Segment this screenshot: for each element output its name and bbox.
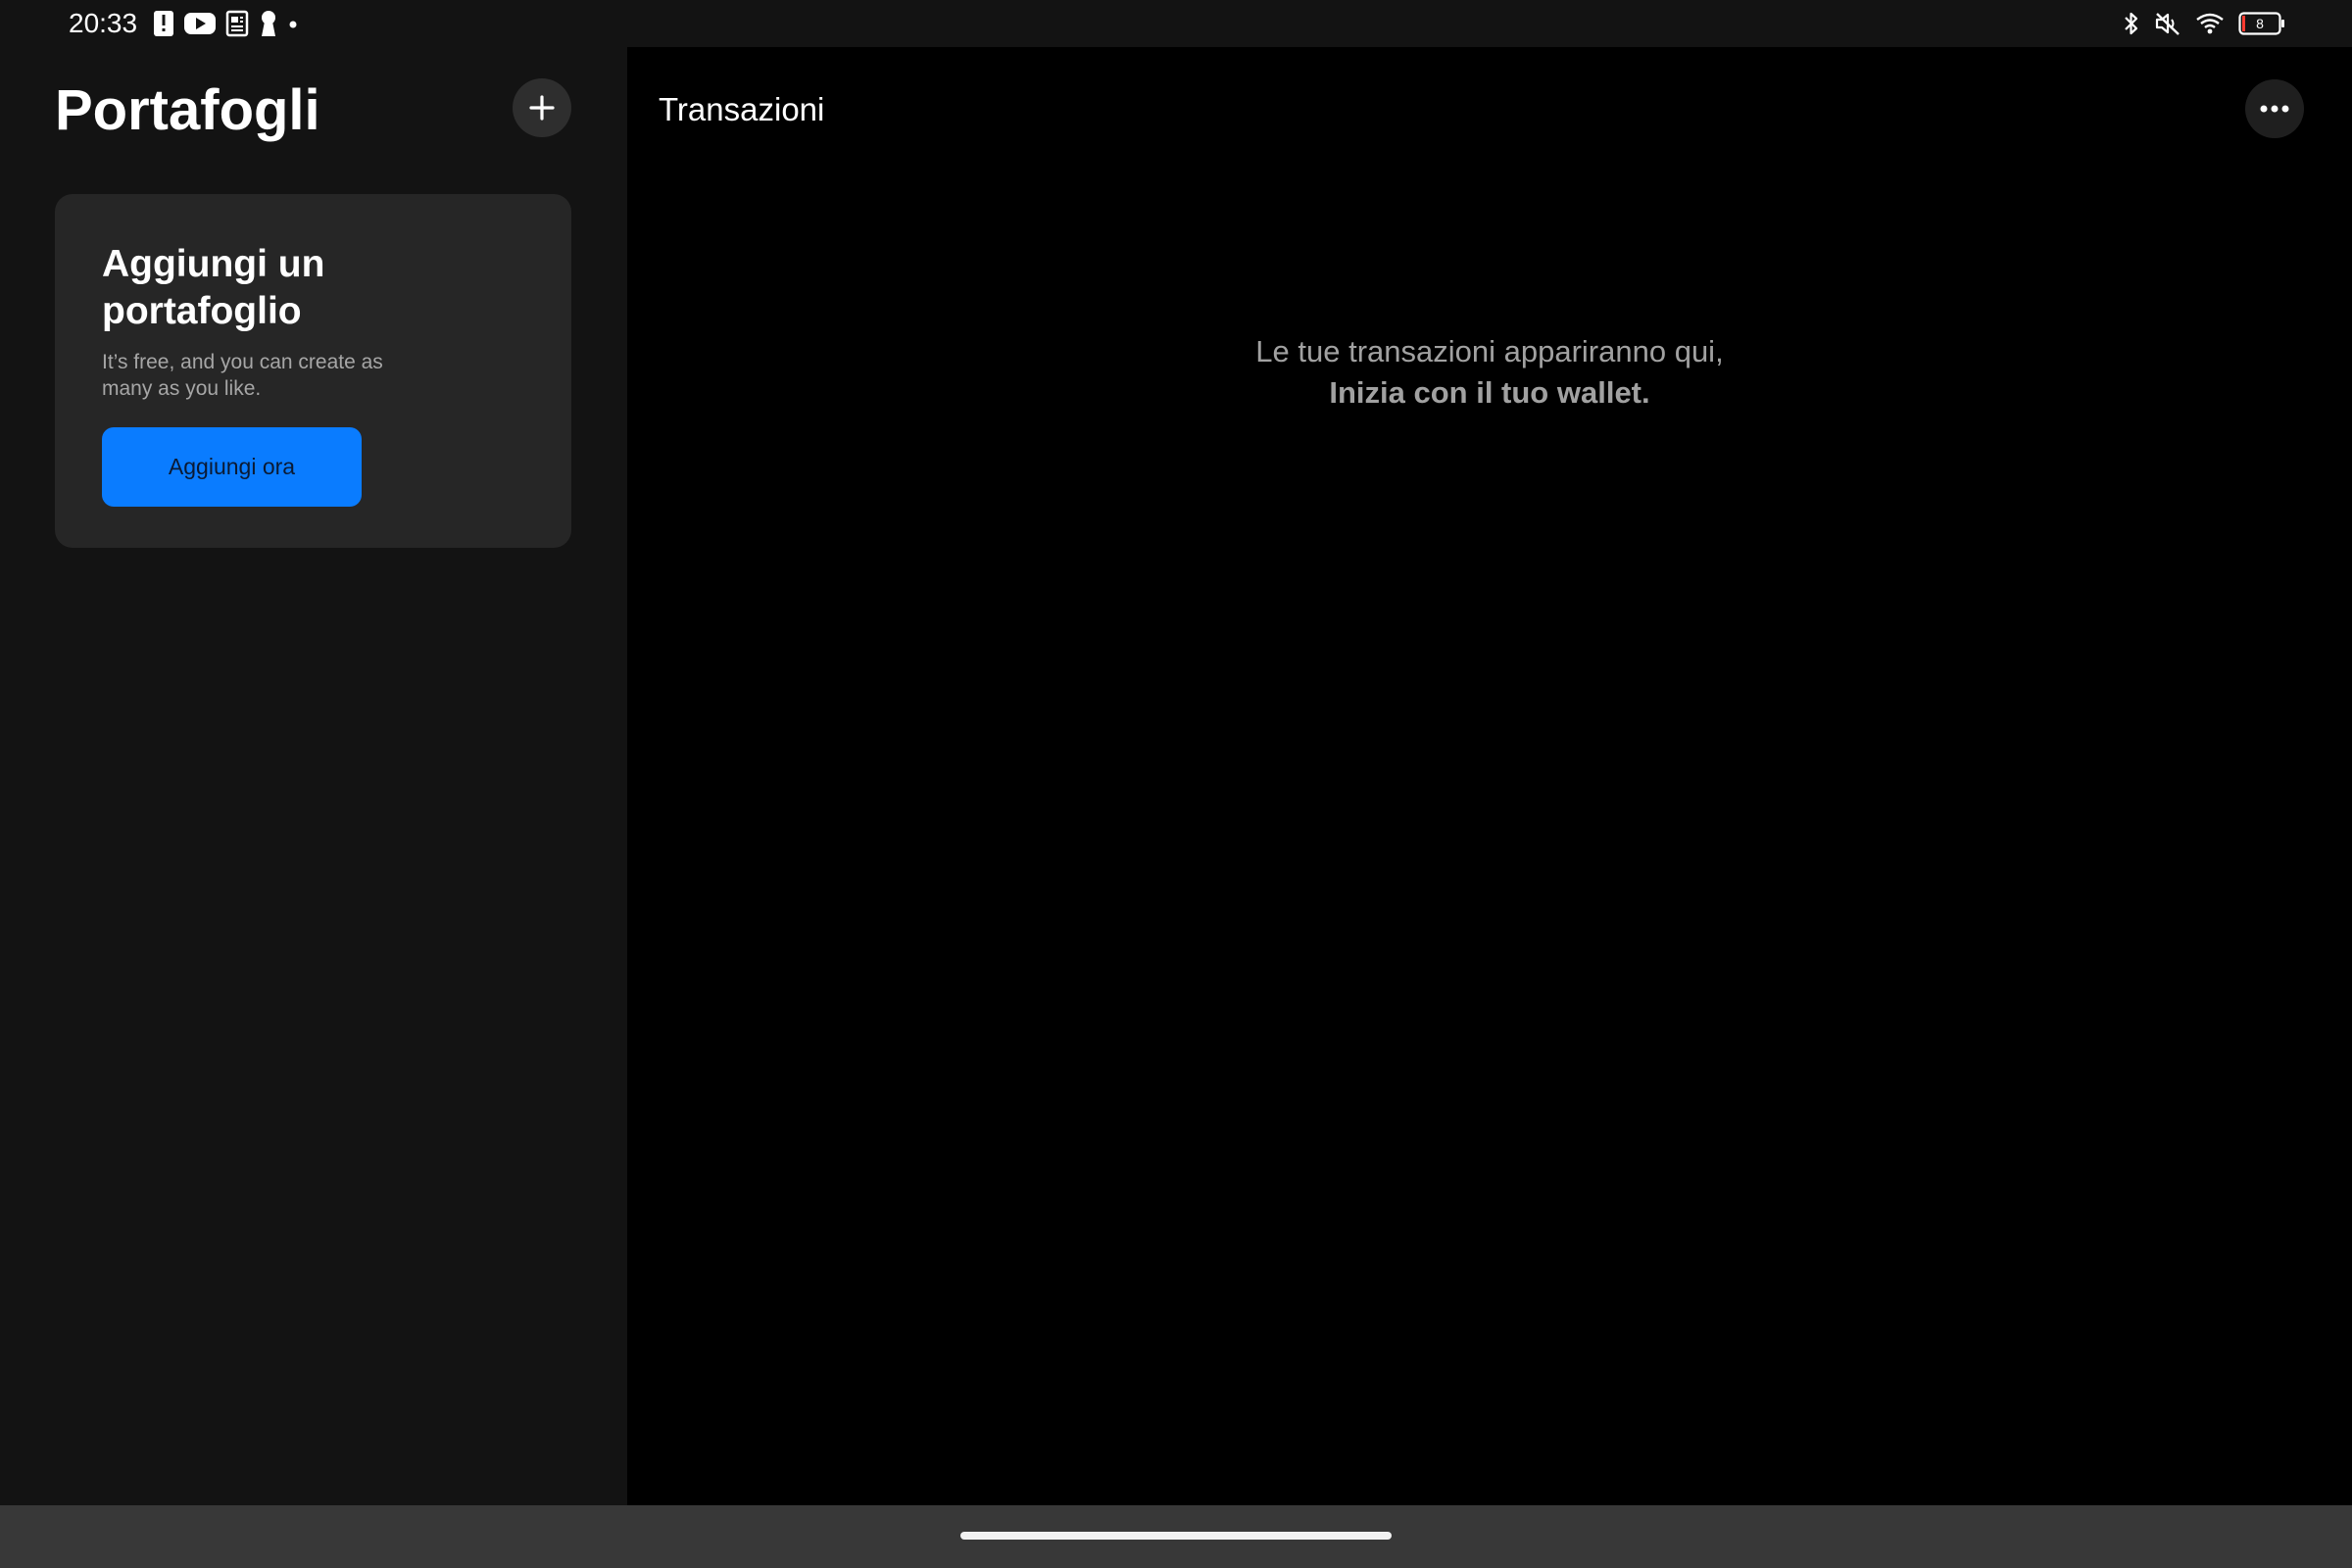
- empty-state: Le tue transazioni appariranno qui, Iniz…: [627, 331, 2352, 414]
- navigation-bar: [0, 1505, 2352, 1568]
- plus-icon: [528, 94, 556, 122]
- more-options-button[interactable]: [2245, 79, 2304, 138]
- transactions-title: Transazioni: [659, 91, 825, 127]
- battery-icon: 8: [2238, 12, 2285, 35]
- empty-state-cta: Inizia con il tuo wallet.: [1329, 375, 1650, 410]
- home-indicator[interactable]: [960, 1532, 1392, 1540]
- card-subtitle: It’s free, and you can create as many as…: [102, 351, 383, 400]
- add-wallet-card: Aggiungi un portafoglio It’s free, and y…: [55, 194, 571, 548]
- status-left-icons: [153, 9, 298, 38]
- status-time: 20:33: [69, 8, 138, 38]
- alert-icon: [153, 10, 174, 37]
- keyhole-icon: [259, 10, 278, 37]
- more-icon: [2260, 105, 2289, 113]
- add-wallet-button[interactable]: [513, 78, 571, 137]
- empty-state-message: Le tue transazioni appariranno qui,: [1255, 334, 1724, 368]
- mute-icon: [2154, 11, 2181, 36]
- card-title: Aggiungi un portafoglio: [102, 243, 325, 332]
- transactions-pane: Transazioni Le tue transazioni appariran…: [627, 47, 2352, 1505]
- status-right-icons: 8: [2123, 9, 2285, 38]
- screen: 20:33 8 Portafogli Aggiungi un portafogl…: [0, 0, 2352, 1568]
- bluetooth-icon: [2123, 11, 2140, 36]
- battery-level: 8: [2256, 16, 2264, 31]
- add-now-button[interactable]: Aggiungi ora: [102, 427, 362, 507]
- document-icon: [225, 10, 249, 37]
- youtube-icon: [184, 12, 216, 35]
- wifi-icon: [2195, 11, 2225, 36]
- page-title: Portafogli: [55, 78, 320, 142]
- dot-icon: [288, 10, 298, 37]
- wallets-pane: Portafogli Aggiungi un portafoglio It’s …: [0, 47, 627, 1505]
- status-bar: 20:33 8: [0, 0, 2352, 47]
